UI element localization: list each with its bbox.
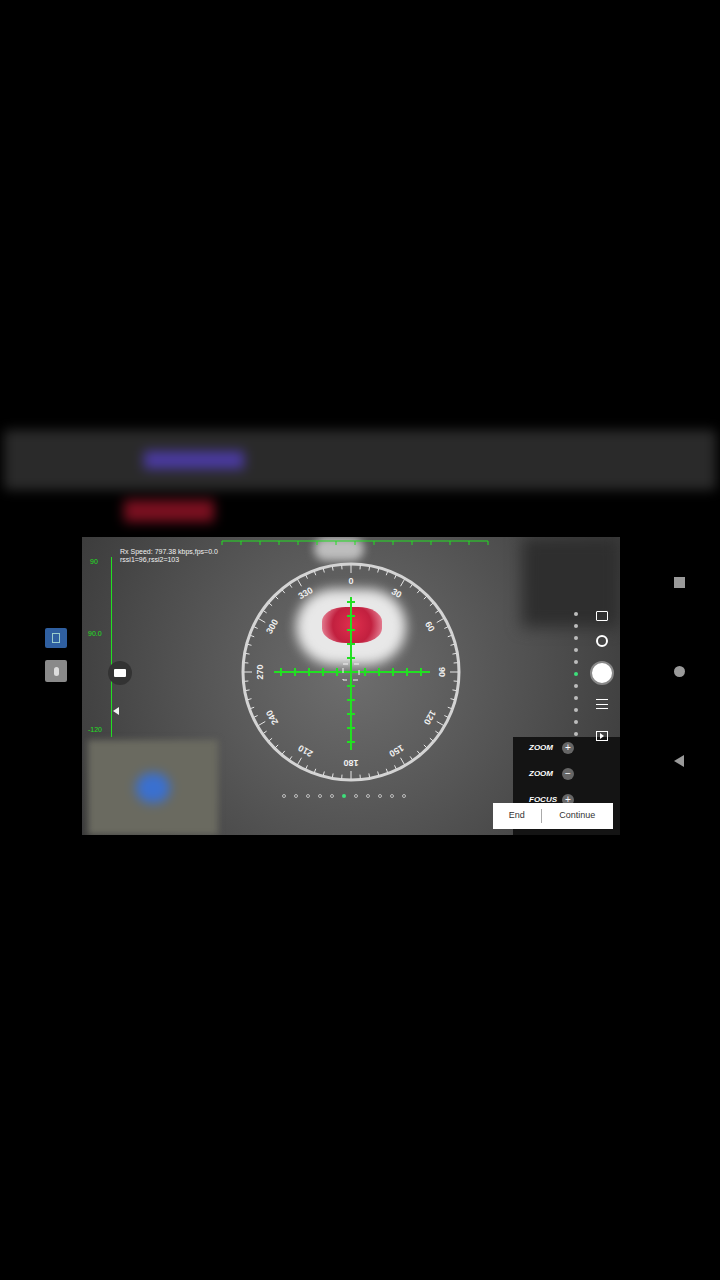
lens-symbol[interactable]: + [562,742,574,754]
page-dot[interactable] [330,794,334,798]
compass-label: 240 [264,708,280,726]
lens-symbol[interactable]: − [562,768,574,780]
page-dot[interactable] [390,794,394,798]
home-icon[interactable] [674,666,685,677]
pitch-bottom: -120 [88,725,102,736]
layout-toggle-icon[interactable] [45,628,67,648]
side-dot[interactable] [574,612,578,616]
compass-label: 330 [296,585,314,601]
page-dot[interactable] [306,794,310,798]
rx-speed: Rx Speed: 797.38 kbps,fps=0.0 [120,548,218,556]
compass-label: 270 [255,664,265,679]
dialog-button[interactable]: End [493,809,542,823]
playback-icon[interactable] [596,731,608,741]
compass-label: 300 [264,617,280,635]
gallery-icon[interactable] [596,611,608,621]
back-icon[interactable] [674,755,684,767]
lens-control[interactable]: ZOOM− [529,766,620,782]
side-dot[interactable] [574,720,578,724]
pitch-marker-icon [113,707,119,715]
compass-label: 0 [348,576,353,586]
side-dot[interactable] [574,672,578,676]
blurred-header [4,430,716,530]
android-nav [620,537,720,835]
screen: 0 30 60 90 120 150 180 210 240 270 300 330 Rx Speed:… [0,0,720,1280]
compass-label: 210 [296,743,314,759]
side-dot[interactable] [574,708,578,712]
side-dot[interactable] [574,648,578,652]
recents-icon[interactable] [674,577,685,588]
camera-feed: 0 30 60 90 120 150 180 210 240 270 300 330 Rx Speed:… [82,537,620,835]
compass-label: 60 [423,620,437,634]
side-dot[interactable] [574,624,578,628]
pitch-scale: 90 90.0 -120 [88,557,112,737]
compass-label: 150 [387,743,405,759]
mute-icon[interactable] [45,660,67,682]
compass-label: 180 [343,758,358,768]
dialog-button[interactable]: Continue [542,809,613,823]
compass-label: 90 [437,667,447,677]
telemetry: Rx Speed: 797.38 kbps,fps=0.0rssi1=96,rs… [120,548,218,564]
page-dot[interactable] [366,794,370,798]
compass-label: 120 [422,708,438,726]
side-dot[interactable] [574,696,578,700]
pitch-mid: 90.0 [88,629,102,640]
page-dot[interactable] [294,794,298,798]
side-dot[interactable] [574,732,578,736]
lens-control[interactable]: ZOOM + [529,740,620,756]
side-dots [574,612,578,736]
swap-camera-icon[interactable] [596,635,608,647]
page-dots [282,794,406,798]
side-dot[interactable] [574,636,578,640]
page-dot[interactable] [342,794,346,798]
side-dot[interactable] [574,684,578,688]
lens-label: ZOOM [529,742,557,754]
lens-label: ZOOM [529,768,557,780]
rssi: rssi1=96,rssi2=103 [120,556,218,564]
page-dot[interactable] [378,794,382,798]
settings-sliders-icon[interactable] [596,699,608,709]
right-controls [590,611,614,709]
compass-label: 30 [390,586,404,600]
page-dot[interactable] [282,794,286,798]
side-dot[interactable] [574,660,578,664]
page-dot[interactable] [354,794,358,798]
pitch-top: 90 [90,557,98,568]
page-dot[interactable] [318,794,322,798]
session-dialog: EndContinue [493,803,613,829]
shutter-button[interactable] [590,661,614,685]
page-dot[interactable] [402,794,406,798]
map-thumbnail[interactable] [88,740,218,835]
camera-switch-icon[interactable] [108,661,132,685]
